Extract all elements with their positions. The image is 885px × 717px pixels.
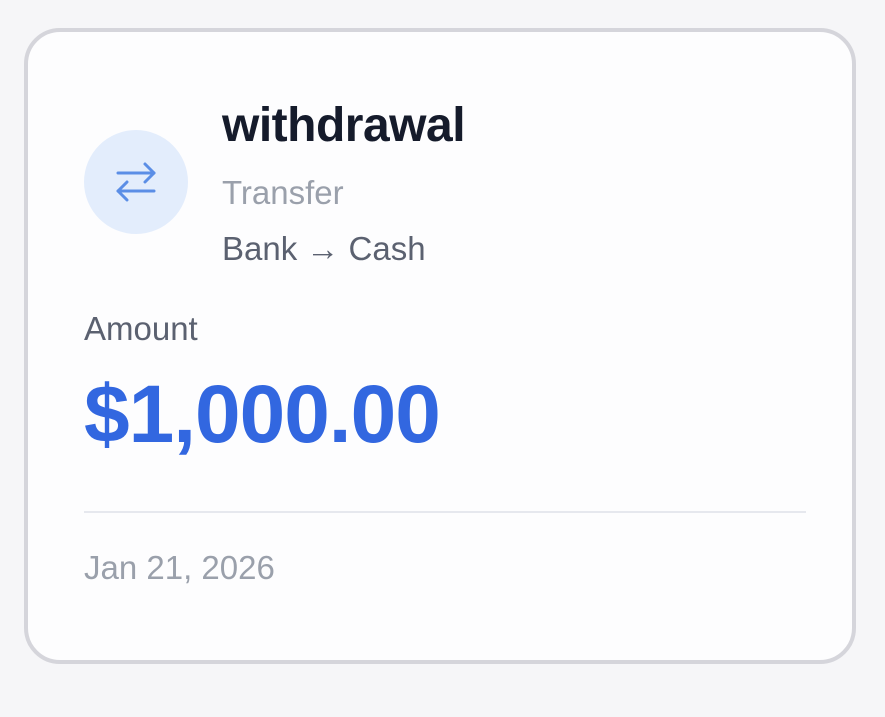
divider — [84, 511, 806, 513]
amount-label: Amount — [84, 310, 198, 347]
transfer-icon-badge — [84, 130, 188, 234]
transfer-route: Bank → Cash — [222, 230, 426, 267]
amount-value: $1,000.00 — [84, 369, 441, 460]
transfer-arrows-icon — [116, 162, 156, 202]
transaction-category: Transfer — [222, 174, 344, 211]
transaction-title: withdrawal — [222, 99, 466, 152]
transaction-card[interactable]: withdrawal Transfer Bank → Cash Amount $… — [24, 28, 856, 664]
transaction-date: Jan 21, 2026 — [84, 549, 275, 586]
